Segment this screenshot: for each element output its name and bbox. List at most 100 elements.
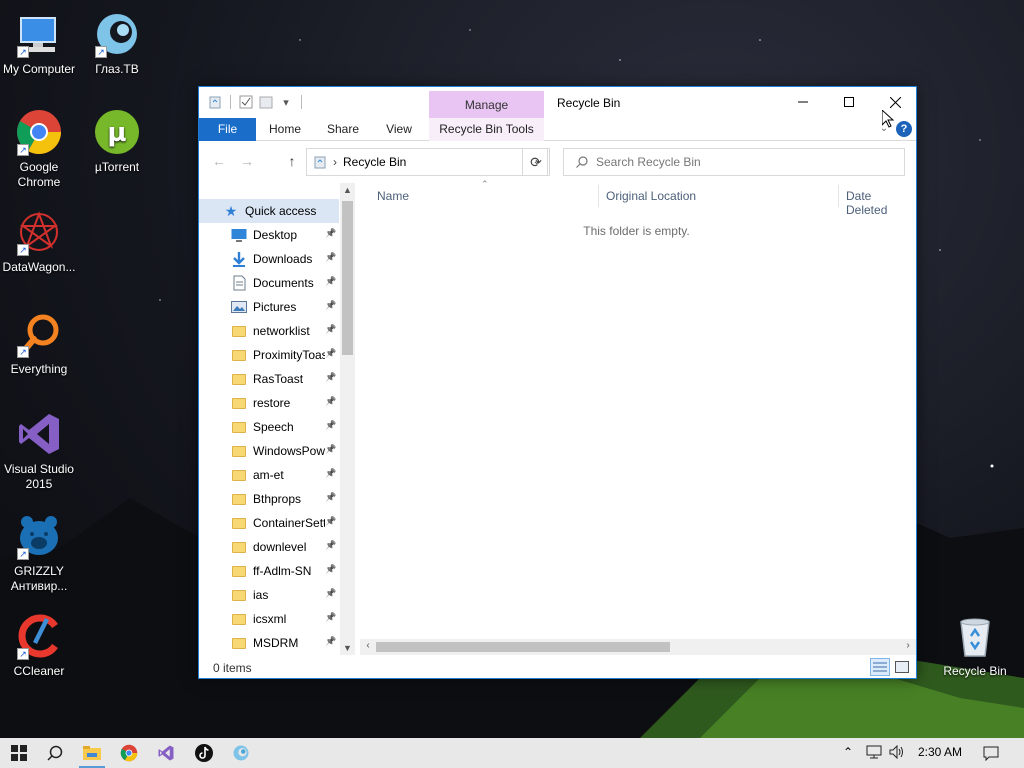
minimize-button[interactable]	[780, 87, 826, 117]
nav-item-icsxml[interactable]: icsxml 📌	[199, 607, 339, 631]
properties-icon[interactable]	[238, 94, 254, 110]
nav-item-msdrm[interactable]: MSDRM 📌	[199, 631, 339, 655]
details-view-button[interactable]	[870, 658, 890, 676]
taskbar-tiktok[interactable]	[185, 738, 223, 768]
pin-icon[interactable]: 📌	[325, 636, 336, 647]
breadcrumb-location[interactable]: Recycle Bin	[343, 155, 406, 169]
nav-item-desktop[interactable]: Desktop 📌	[199, 223, 339, 247]
show-hidden-icons-button[interactable]: ⌃	[843, 745, 853, 759]
pin-icon[interactable]: 📌	[325, 420, 336, 431]
scroll-right-icon[interactable]: ›	[901, 640, 915, 651]
pin-icon[interactable]: 📌	[325, 564, 336, 575]
nav-pane-scrollbar[interactable]: ▲ ▼	[340, 183, 355, 655]
scrollbar-thumb[interactable]	[376, 642, 670, 652]
column-separator[interactable]	[838, 185, 839, 207]
taskbar-file-explorer[interactable]	[73, 738, 111, 768]
column-header-date-deleted[interactable]: Date Deleted	[846, 189, 916, 217]
scroll-left-icon[interactable]: ‹	[361, 640, 375, 651]
nav-item-bthprops[interactable]: Bthprops 📌	[199, 487, 339, 511]
tab-manage[interactable]: Manage	[429, 91, 544, 118]
scroll-up-icon[interactable]: ▲	[340, 185, 355, 195]
pin-icon[interactable]: 📌	[325, 228, 336, 239]
nav-item-am-et[interactable]: am-et 📌	[199, 463, 339, 487]
desktop-icon-ccleaner[interactable]: ↗ CCleaner	[0, 612, 78, 679]
customize-qat-icon[interactable]: ▾	[278, 94, 294, 110]
pin-icon[interactable]: 📌	[325, 588, 336, 599]
scrollbar-thumb[interactable]	[342, 201, 353, 355]
pin-icon[interactable]: 📌	[325, 276, 336, 287]
pin-icon[interactable]: 📌	[325, 252, 336, 263]
desktop-icon-chrome[interactable]: ↗ Google Chrome	[0, 108, 78, 190]
visual-studio-icon	[19, 414, 59, 454]
nav-item-windowspowershell[interactable]: WindowsPowerShell📌	[199, 439, 339, 463]
nav-item-restore[interactable]: restore 📌	[199, 391, 339, 415]
desktop-icon-recycle-bin[interactable]: Recycle Bin	[936, 612, 1014, 679]
column-header-original-location[interactable]: Original Location	[606, 189, 696, 205]
nav-quick-access[interactable]: ★ Quick access	[199, 199, 339, 223]
taskbar-glaz-tv[interactable]	[222, 738, 260, 768]
folder-icon	[231, 443, 247, 459]
notification-center-icon[interactable]	[983, 745, 999, 764]
start-button[interactable]	[0, 738, 38, 768]
taskbar-clock[interactable]: 2:30 AM	[918, 745, 962, 759]
pin-icon[interactable]: 📌	[325, 348, 336, 359]
network-icon[interactable]	[866, 745, 882, 762]
pin-icon[interactable]: 📌	[325, 444, 336, 455]
desktop-icon-grizzly[interactable]: ↗ GRIZZLY Антивир...	[0, 512, 78, 594]
pin-icon[interactable]: 📌	[325, 300, 336, 311]
nav-item-documents[interactable]: Documents 📌	[199, 271, 339, 295]
nav-item-downlevel[interactable]: downlevel 📌	[199, 535, 339, 559]
maximize-button[interactable]	[826, 87, 872, 117]
taskbar-search-button[interactable]	[36, 738, 74, 768]
file-list[interactable]: Name ⌃ Original Location Date Deleted Th…	[357, 179, 916, 655]
desktop-icon-my-computer[interactable]: ↗ My Computer	[0, 10, 78, 77]
up-button[interactable]: ↑	[282, 153, 302, 169]
tab-share[interactable]: Share	[319, 118, 367, 141]
column-header-name[interactable]: Name	[377, 189, 409, 205]
pictures-icon	[231, 299, 247, 315]
pin-icon[interactable]: 📌	[325, 516, 336, 527]
title-bar[interactable]: ▾ Manage Recycle Bin	[199, 87, 916, 118]
desktop-icon-visual-studio[interactable]: Visual Studio 2015	[0, 410, 78, 492]
pin-icon[interactable]: 📌	[325, 612, 336, 623]
tab-view[interactable]: View	[377, 118, 421, 141]
back-button[interactable]: ←	[209, 153, 229, 169]
folder-icon	[231, 491, 247, 507]
pin-icon[interactable]: 📌	[325, 540, 336, 551]
tab-recycle-bin-tools[interactable]: Recycle Bin Tools	[429, 118, 544, 141]
desktop-icon-glaz-tv[interactable]: ↗ Глаз.ТВ	[78, 10, 156, 77]
content-horizontal-scrollbar[interactable]: ‹ ›	[360, 639, 916, 655]
forward-button[interactable]: →	[237, 153, 257, 169]
pin-icon[interactable]: 📌	[325, 492, 336, 503]
nav-item-containersettings[interactable]: ContainerSettings📌	[199, 511, 339, 535]
nav-item-pictures[interactable]: Pictures 📌	[199, 295, 339, 319]
pin-icon[interactable]: 📌	[325, 468, 336, 479]
nav-item-speech[interactable]: Speech 📌	[199, 415, 339, 439]
nav-item-networklist[interactable]: networklist 📌	[199, 319, 339, 343]
search-box[interactable]: Search Recycle Bin	[563, 148, 905, 176]
nav-item-proximitytoast[interactable]: ProximityToast 📌	[199, 343, 339, 367]
column-separator[interactable]	[598, 185, 599, 207]
new-folder-icon[interactable]	[258, 94, 274, 110]
tab-file[interactable]: File	[199, 118, 256, 141]
taskbar-chrome[interactable]	[110, 738, 148, 768]
help-button[interactable]: ?	[896, 121, 912, 137]
tab-home[interactable]: Home	[261, 118, 309, 141]
pin-icon[interactable]: 📌	[325, 372, 336, 383]
volume-icon[interactable]	[889, 744, 905, 762]
address-bar[interactable]: › Recycle Bin ⌄	[306, 148, 548, 176]
nav-item-ias[interactable]: ias 📌	[199, 583, 339, 607]
desktop-icon-everything[interactable]: ↗ Everything	[0, 310, 78, 377]
taskbar-visual-studio[interactable]	[147, 738, 185, 768]
desktop-icon-utorrent[interactable]: µ µTorrent	[78, 108, 156, 175]
scroll-down-icon[interactable]: ▼	[340, 643, 355, 653]
close-button[interactable]	[872, 87, 918, 117]
pin-icon[interactable]: 📌	[325, 324, 336, 335]
refresh-button[interactable]: ⟳	[522, 148, 550, 176]
large-icons-view-button[interactable]	[892, 658, 912, 676]
pin-icon[interactable]: 📌	[325, 396, 336, 407]
nav-item-ff-adlm-sn[interactable]: ff-Adlm-SN 📌	[199, 559, 339, 583]
nav-item-downloads[interactable]: Downloads 📌	[199, 247, 339, 271]
desktop-icon-datawagon[interactable]: ↗ DataWagon...	[0, 208, 78, 275]
nav-item-rastoast[interactable]: RasToast 📌	[199, 367, 339, 391]
